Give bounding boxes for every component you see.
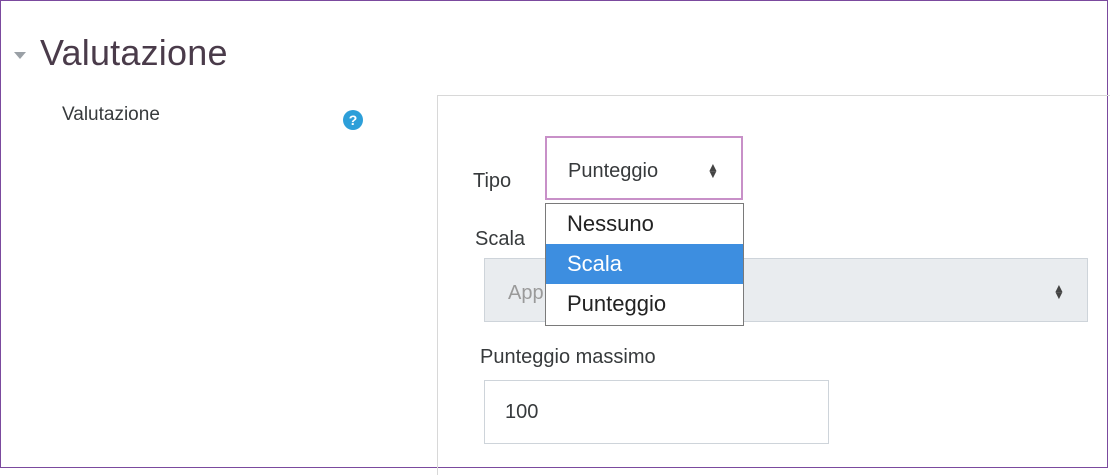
scale-label: Scala (475, 228, 526, 250)
dropdown-option-scala[interactable]: Scala (546, 244, 743, 284)
type-label: Tipo (473, 170, 512, 192)
help-icon[interactable]: ? (343, 110, 363, 130)
select-arrows-icon: ▲ ▼ (1053, 281, 1065, 302)
select-arrows-icon: ▲ ▼ (707, 160, 719, 181)
max-grade-label: Punteggio massimo (480, 346, 656, 368)
section-header[interactable]: Valutazione (14, 28, 228, 78)
collapse-triangle-icon[interactable] (14, 51, 26, 59)
type-select-value: Punteggio (568, 160, 659, 182)
dropdown-option-punteggio[interactable]: Punteggio (546, 284, 743, 324)
type-dropdown-list: Nessuno Scala Punteggio (545, 203, 744, 326)
section-title: Valutazione (40, 32, 228, 73)
max-grade-input[interactable] (484, 380, 829, 444)
type-select[interactable]: Punteggio ▲ ▼ (545, 136, 743, 200)
grade-row-label: Valutazione (62, 104, 160, 125)
dropdown-option-nessuno[interactable]: Nessuno (546, 204, 743, 244)
